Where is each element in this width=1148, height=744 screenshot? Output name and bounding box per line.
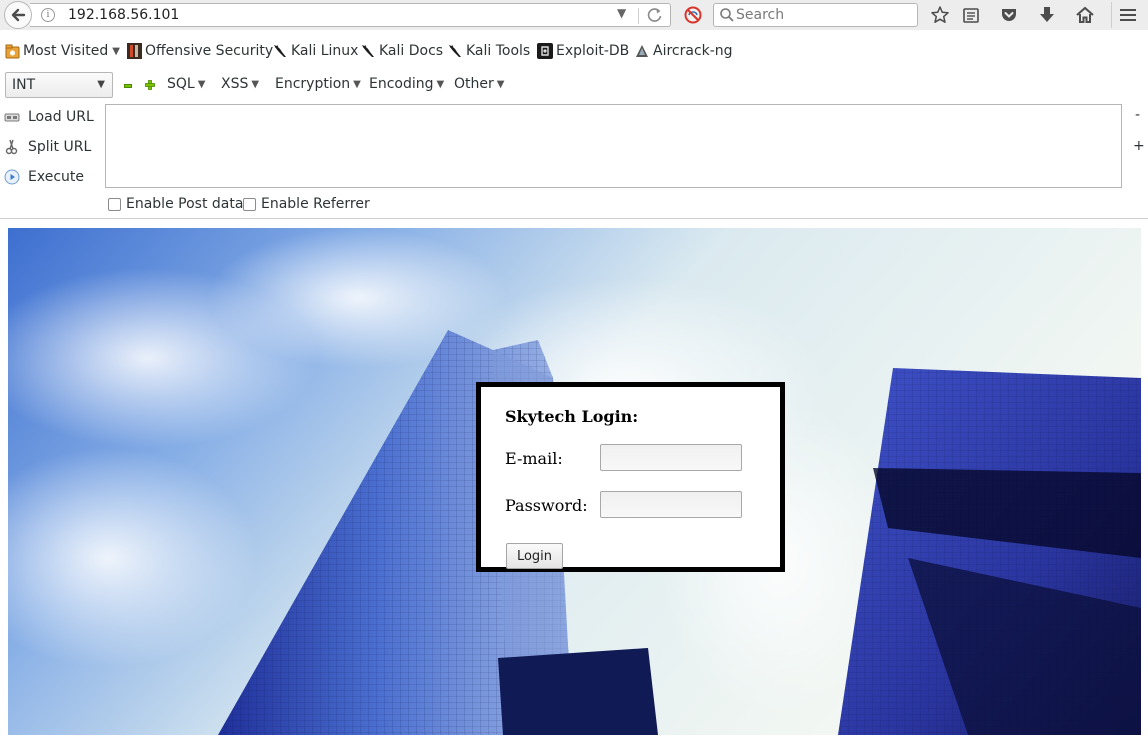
login-title: Skytech Login: [505,407,639,426]
bookmark-label: Kali Linux [291,43,359,59]
action-label: Split URL [28,139,92,155]
email-label: E-mail: [505,449,563,468]
login-form: Skytech Login: E-mail: Password: Login [476,382,785,572]
menu-xss[interactable]: XSS ▼ [221,76,259,92]
url-separator [638,8,639,24]
bookmark-kali-docs[interactable]: Kali Docs [360,42,443,60]
dropdown-arrow-icon[interactable]: ▼ [617,6,626,20]
bookmarks-toolbar: Most Visited ▼ Offensive Security Kali L… [0,38,1148,64]
bookmark-kali-linux[interactable]: Kali Linux [272,42,358,60]
toolbar-separator [1111,2,1112,28]
checkbox-label: Enable Referrer [261,196,370,212]
toolbar-divider [0,218,1148,219]
bookmark-aircrack-ng[interactable]: Aircrack-ng [634,42,733,60]
chevron-down-icon: ▼ [353,78,361,90]
menu-other[interactable]: Other ▼ [454,76,504,92]
bookmark-exploit-db[interactable]: Exploit-DB [537,42,629,60]
chevron-down-icon: ▼ [251,78,260,90]
chevron-down-icon: ▼ [97,79,105,90]
bookmark-kali-tools[interactable]: Kali Tools [447,42,530,60]
bookmark-label: Kali Docs [379,43,444,59]
load-url-button[interactable]: Load URL [4,107,94,127]
exploit-db-icon [537,43,553,59]
action-label: Execute [28,169,84,185]
chevron-down-icon: ▼ [112,45,120,57]
hackbar-type-select[interactable]: INT ▼ [5,72,113,98]
chevron-down-icon: ▼ [436,78,445,90]
select-value: INT [12,77,36,93]
bookmark-label: Exploit-DB [556,43,630,59]
bookmark-offensive-security[interactable]: Offensive Security [127,42,273,60]
back-arrow-icon [11,8,26,22]
expand-button[interactable]: + [1133,138,1145,154]
reading-list-icon[interactable] [961,5,981,25]
checkbox-box[interactable] [243,197,256,211]
email-field[interactable] [600,444,742,471]
navigation-toolbar: i 192.168.56.101 ▼ [0,0,1148,30]
bookmark-label: Aircrack-ng [653,43,733,59]
url-text[interactable]: 192.168.56.101 [68,7,179,23]
star-icon[interactable] [930,5,950,25]
menu-label: Other [454,76,494,92]
search-bar[interactable] [713,3,918,27]
menu-encryption[interactable]: Encryption ▼ [275,76,361,92]
checkbox-label: Enable Post data [126,196,244,212]
load-url-icon [4,113,20,122]
execute-icon [4,169,20,185]
kali-dragon-icon [274,45,286,57]
offensive-security-icon [127,43,142,59]
download-icon[interactable] [1037,5,1057,25]
menu-label: Encryption [275,76,351,92]
back-button[interactable] [4,1,32,29]
menu-sql[interactable]: SQL ▼ [167,76,205,92]
bookmark-most-visited[interactable]: Most Visited ▼ [5,42,120,60]
menu-label: Encoding [369,76,434,92]
kali-dragon-icon [362,45,374,57]
search-icon [720,8,734,22]
bookmark-label: Offensive Security [145,43,274,59]
menu-label: SQL [167,76,195,92]
enable-post-data-checkbox[interactable]: Enable Post data [108,196,243,212]
bookmark-label: Most Visited [23,43,109,59]
home-icon[interactable] [1075,5,1095,25]
collapse-button[interactable]: - [1135,107,1140,123]
action-label: Load URL [28,109,94,125]
kali-dragon-icon [449,45,461,57]
decrease-icon[interactable] [124,84,132,88]
search-input[interactable] [736,5,914,25]
login-button[interactable]: Login [506,543,563,569]
chevron-down-icon: ▼ [197,78,206,90]
checkbox-box[interactable] [108,197,121,211]
chevron-down-icon: ▼ [496,78,505,90]
password-field[interactable] [600,491,742,518]
enable-referrer-checkbox[interactable]: Enable Referrer [243,196,370,212]
most-visited-icon [5,44,20,58]
noscript-icon[interactable] [684,6,702,24]
split-url-button[interactable]: Split URL [4,137,91,157]
bookmark-label: Kali Tools [466,43,531,59]
increase-icon[interactable] [145,80,155,90]
password-label: Password: [505,496,588,515]
hamburger-menu-icon[interactable] [1118,5,1138,25]
menu-encoding[interactable]: Encoding ▼ [369,76,444,92]
split-url-icon [5,139,18,155]
reload-icon[interactable] [644,5,666,25]
aircrack-icon [636,45,648,57]
url-bar[interactable]: i 192.168.56.101 ▼ [30,3,671,27]
hackbar-url-textarea[interactable] [105,104,1122,188]
execute-button[interactable]: Execute [4,167,84,187]
info-icon[interactable]: i [41,8,55,22]
menu-label: XSS [221,76,249,92]
pocket-icon[interactable] [999,5,1019,25]
